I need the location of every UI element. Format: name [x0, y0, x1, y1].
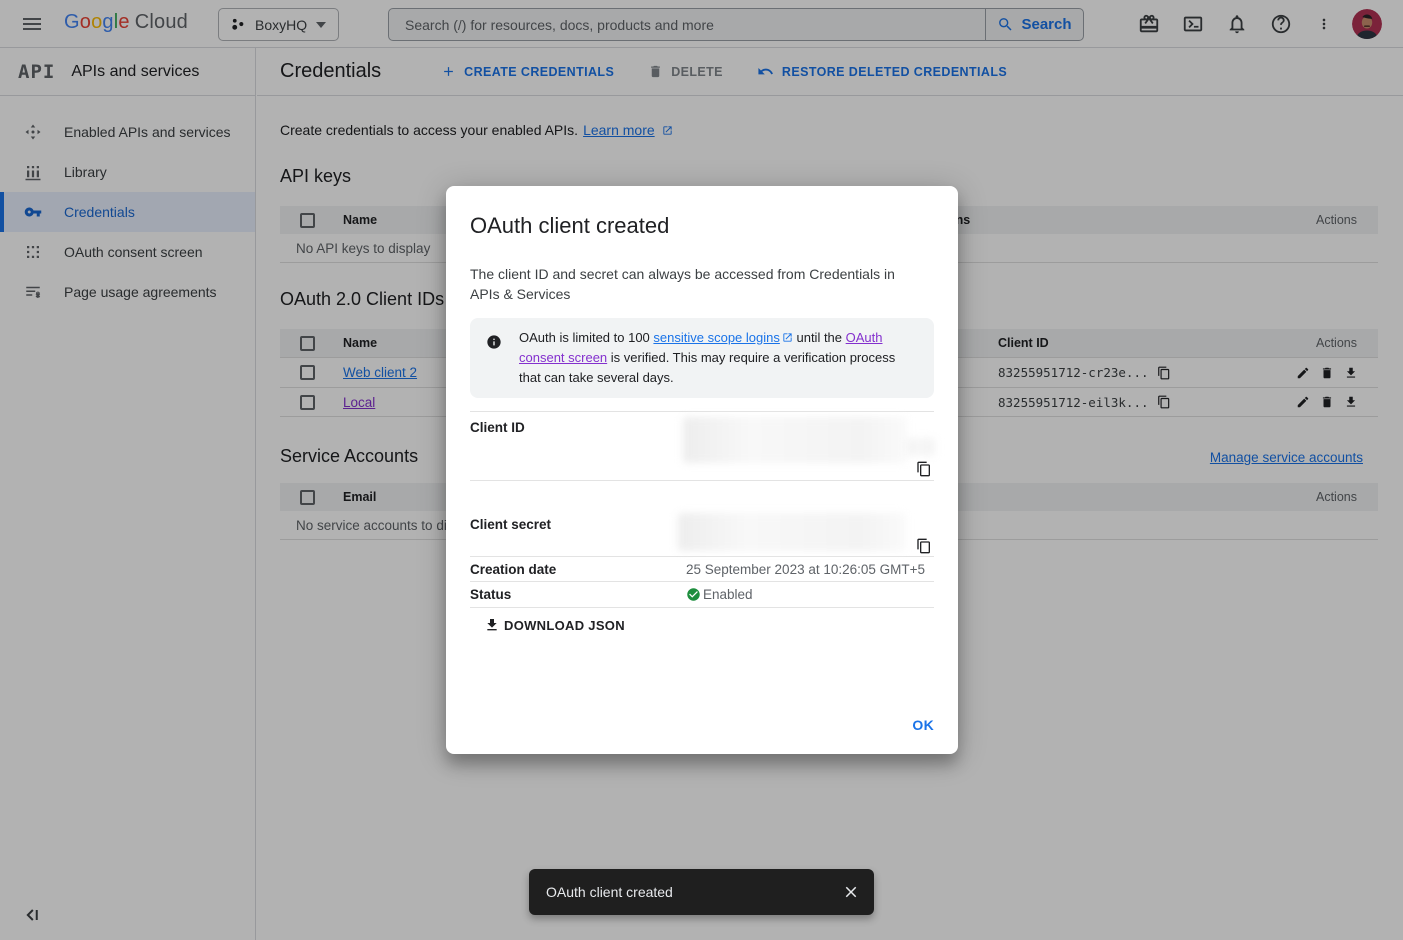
info-banner: OAuth is limited to 100 sensitive scope … — [470, 318, 934, 398]
close-icon[interactable] — [842, 883, 860, 901]
creation-date-label: Creation date — [470, 562, 686, 577]
ok-button[interactable]: OK — [912, 717, 934, 733]
row-spacer — [470, 481, 934, 508]
screen: Google Cloud BoxyHQ Search — [0, 0, 1403, 940]
download-json-button[interactable]: DOWNLOAD JSON — [470, 617, 625, 633]
snackbar: OAuth client created — [529, 869, 874, 915]
client-id-redacted-value — [908, 438, 936, 456]
dialog-description: The client ID and secret can always be a… — [470, 264, 916, 304]
credential-fields: Client ID Client secret Creation date 25… — [470, 411, 934, 608]
check-circle-icon — [686, 587, 701, 602]
creation-date-value: 25 September 2023 at 10:26:05 GMT+5 — [686, 562, 925, 577]
external-link-icon — [782, 332, 793, 343]
copy-icon[interactable] — [916, 538, 932, 554]
oauth-client-created-dialog: OAuth client created The client ID and s… — [446, 186, 958, 754]
info-icon — [486, 334, 502, 350]
client-id-label: Client ID — [470, 412, 686, 435]
status-label: Status — [470, 587, 686, 602]
sensitive-scope-logins-link[interactable]: sensitive scope logins — [653, 330, 779, 345]
snackbar-message: OAuth client created — [546, 884, 673, 900]
copy-icon[interactable] — [916, 461, 932, 477]
status-badge: Enabled — [703, 587, 753, 602]
download-icon — [484, 617, 500, 633]
info-text: OAuth is limited to 100 sensitive scope … — [519, 328, 918, 388]
client-secret-label: Client secret — [470, 508, 686, 532]
dialog-title: OAuth client created — [470, 186, 934, 239]
creation-date-row: Creation date 25 September 2023 at 10:26… — [470, 557, 934, 582]
client-secret-redacted-value — [678, 513, 906, 551]
client-id-row: Client ID — [470, 411, 934, 481]
client-id-redacted-value — [683, 417, 907, 463]
status-row: Status Enabled — [470, 582, 934, 608]
client-secret-row: Client secret — [470, 508, 934, 557]
